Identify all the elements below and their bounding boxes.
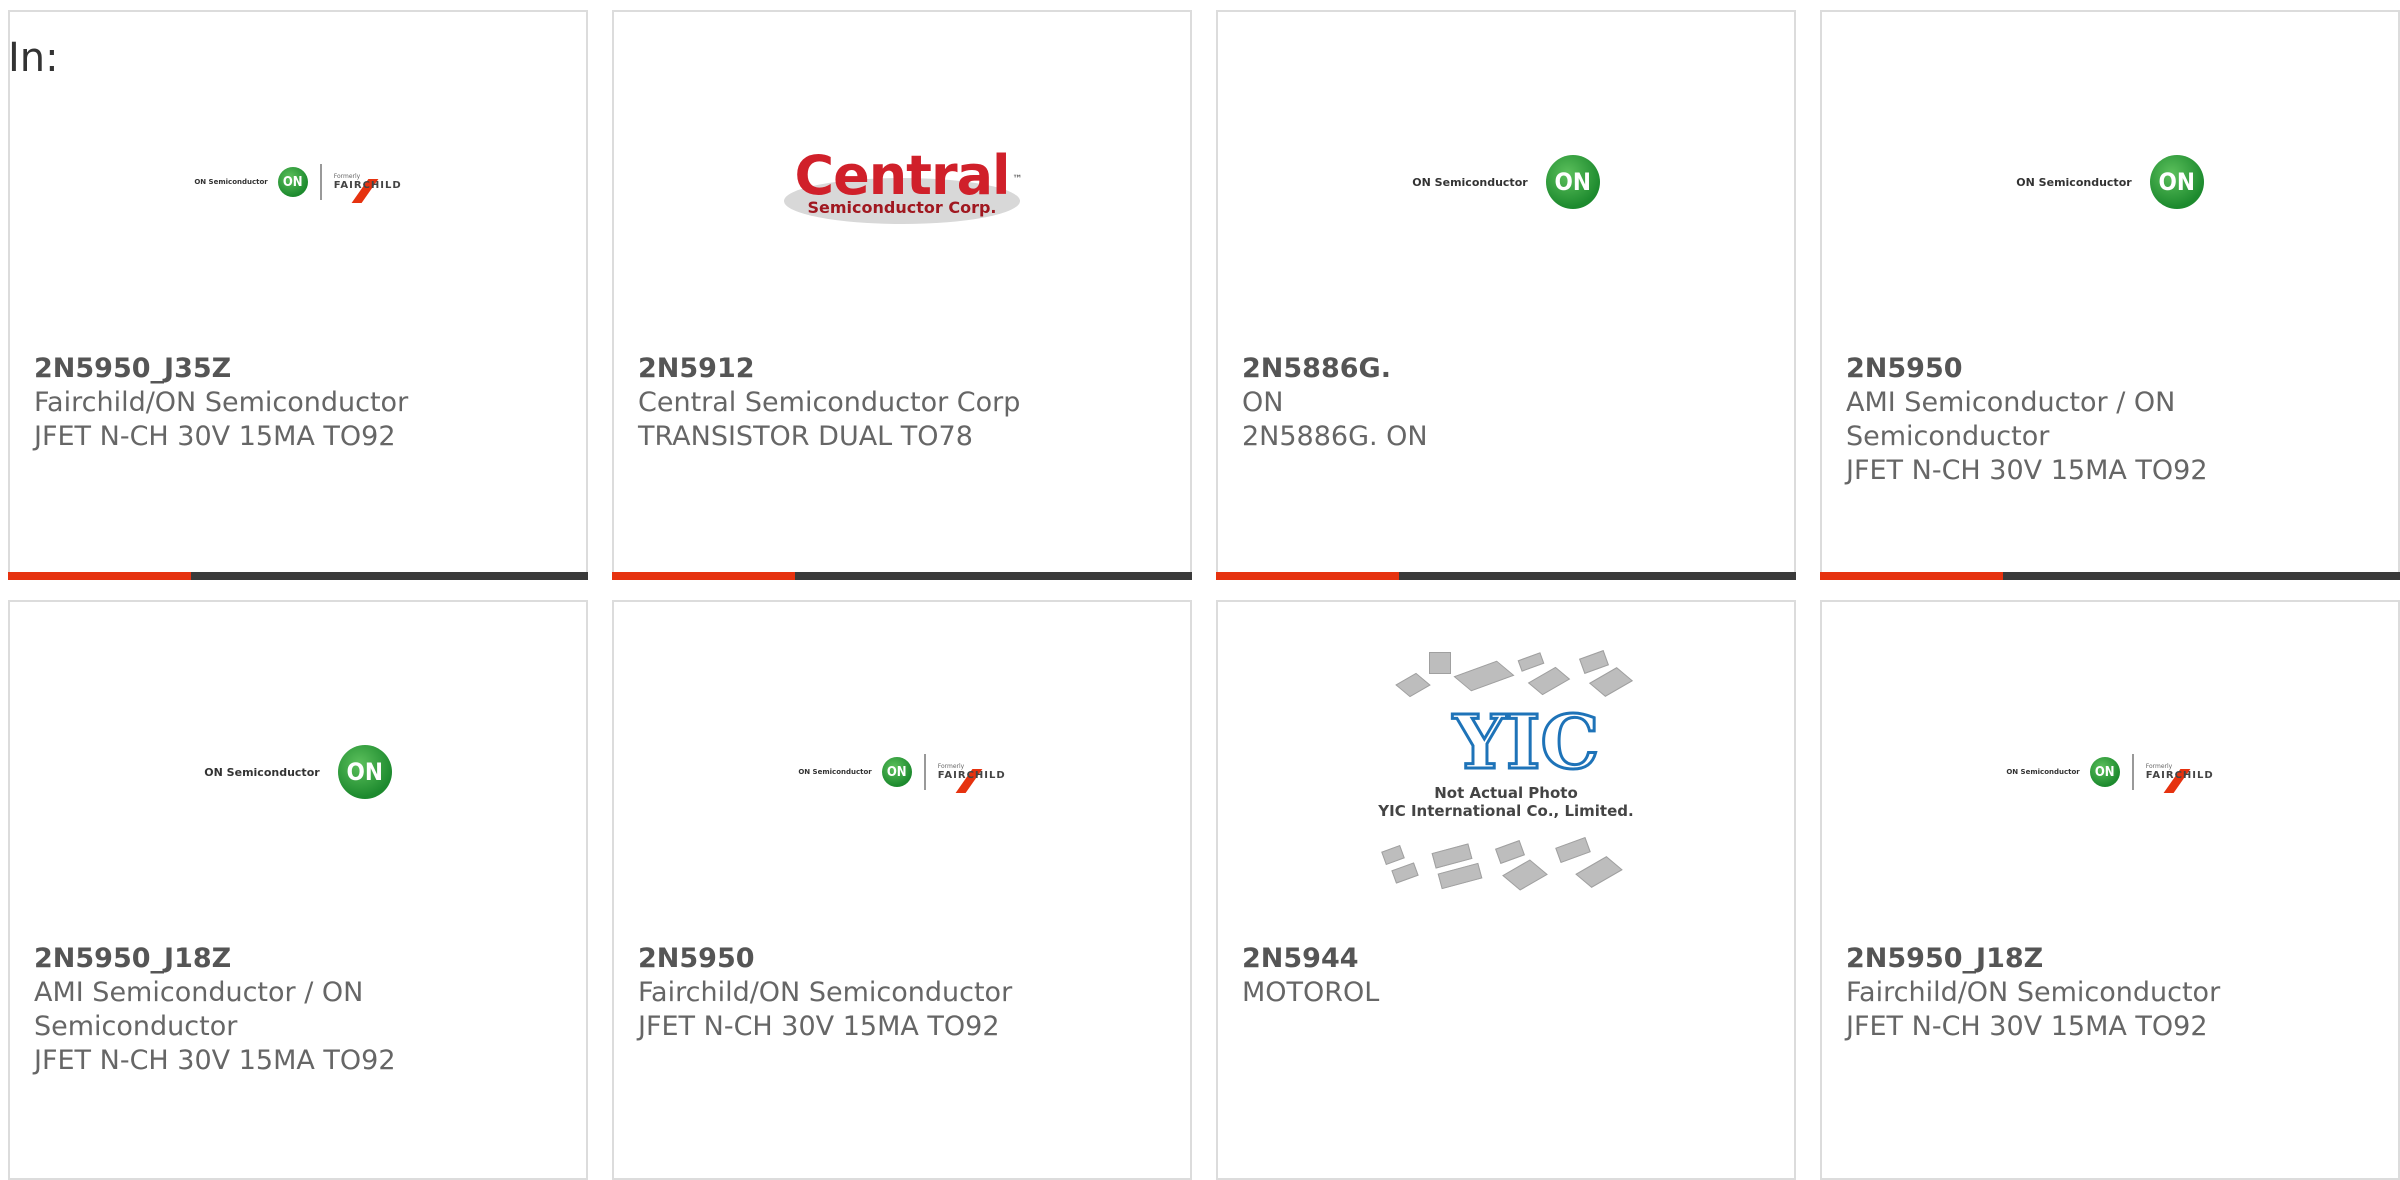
yic-logo-icon: YIC <box>1452 700 1601 786</box>
on-logo-icon: ON <box>277 167 308 197</box>
part-number[interactable]: 2N5950 <box>1846 352 2358 386</box>
manufacturer-logo: ON Semiconductor ON <box>1218 12 1794 352</box>
product-description: JFET N-CH 30V 15MA TO92 <box>638 1011 1000 1042</box>
part-number[interactable]: 2N5950_J35Z <box>34 352 574 386</box>
central-logo: Central ™ Semiconductor Corp. <box>784 147 1023 224</box>
on-semiconductor-logo: ON Semiconductor ON <box>2016 155 2204 209</box>
manufacturer-logo: ON Semiconductor ON Formerly FAIRCHILD <box>614 602 1190 942</box>
manufacturer-logo: ON Semiconductor ON <box>1822 12 2398 352</box>
manufacturer-logo: YIC Not Actual Photo YIC International C… <box>1218 602 1794 942</box>
card-bottom-bar <box>1820 572 2400 580</box>
manufacturer-name: AMI Semiconductor / ON Semiconductor <box>34 977 364 1042</box>
product-description: JFET N-CH 30V 15MA TO92 <box>34 421 396 452</box>
on-fairchild-logo: ON Semiconductor ON Formerly FAIRCHILD <box>194 164 402 203</box>
manufacturer-name: MOTOROL <box>1242 977 1380 1008</box>
in-label: In: <box>8 35 59 81</box>
part-number[interactable]: 2N5886G. <box>1242 352 1782 386</box>
fairchild-logo: Formerly FAIRCHILD <box>2146 763 2214 793</box>
on-logo-icon: ON <box>337 745 392 799</box>
product-card[interactable]: ON Semiconductor ON Formerly FAIRCHILD 2… <box>612 600 1192 1180</box>
part-number[interactable]: 2N5912 <box>638 352 1178 386</box>
product-info: 2N5950_J18Z Fairchild/ON Semiconductor J… <box>1846 942 2386 1044</box>
on-logo-icon: ON <box>2149 155 2204 209</box>
on-fairchild-logo: ON Semiconductor ON Formerly FAIRCHILD <box>798 754 1006 793</box>
part-number[interactable]: 2N5950 <box>638 942 1178 976</box>
fairchild-logo: Formerly FAIRCHILD <box>938 763 1006 793</box>
product-info: 2N5950 Fairchild/ON Semiconductor JFET N… <box>638 942 1178 1044</box>
product-card[interactable]: Central ™ Semiconductor Corp. 2N5912 Cent… <box>612 10 1192 580</box>
part-number[interactable]: 2N5950_J18Z <box>1846 942 2386 976</box>
product-description: JFET N-CH 30V 15MA TO92 <box>34 1045 396 1076</box>
part-number[interactable]: 2N5944 <box>1242 942 1782 976</box>
card-bottom-bar <box>1216 572 1796 580</box>
on-semiconductor-logo: ON Semiconductor ON <box>1412 155 1600 209</box>
part-number[interactable]: 2N5950_J18Z <box>34 942 456 976</box>
product-card[interactable]: ON Semiconductor ON Formerly FAIRCHILD 2… <box>1820 600 2400 1180</box>
product-info: 2N5950_J18Z AMI Semiconductor / ON Semic… <box>34 942 456 1078</box>
manufacturer-name: Central Semiconductor Corp <box>638 387 1021 418</box>
manufacturer-logo: ON Semiconductor ON <box>10 602 586 942</box>
manufacturer-name: AMI Semiconductor / ON Semiconductor <box>1846 387 2176 452</box>
manufacturer-name: Fairchild/ON Semiconductor <box>638 977 1013 1008</box>
card-bottom-bar <box>612 572 1192 580</box>
product-card[interactable]: ON Semiconductor ON 2N5886G. ON 2N5886G.… <box>1216 10 1796 580</box>
on-logo-icon: ON <box>881 757 912 787</box>
card-bottom-bar <box>8 572 588 580</box>
product-description: 2N5886G. ON <box>1242 421 1428 452</box>
product-description: JFET N-CH 30V 15MA TO92 <box>1846 455 2208 486</box>
product-card[interactable]: ON Semiconductor ON Formerly FAIRCHILD 2… <box>8 10 588 580</box>
product-info: 2N5944 MOTOROL <box>1242 942 1782 1010</box>
product-info: 2N5950 AMI Semiconductor / ON Semiconduc… <box>1846 352 2358 488</box>
manufacturer-name: ON <box>1242 387 1284 418</box>
manufacturer-name: Fairchild/ON Semiconductor <box>1846 977 2221 1008</box>
on-semiconductor-logo: ON Semiconductor ON <box>204 745 392 799</box>
product-info: 2N5950_J35Z Fairchild/ON Semiconductor J… <box>34 352 574 454</box>
manufacturer-logo: ON Semiconductor ON Formerly FAIRCHILD <box>10 12 586 352</box>
product-grid: ON Semiconductor ON Formerly FAIRCHILD 2… <box>0 0 2400 1180</box>
manufacturer-logo: ON Semiconductor ON Formerly FAIRCHILD <box>1822 602 2398 942</box>
manufacturer-name: Fairchild/ON Semiconductor <box>34 387 409 418</box>
on-logo-icon: ON <box>1545 155 1600 209</box>
yic-placeholder-image: YIC Not Actual Photo YIC International C… <box>1371 650 1641 892</box>
manufacturer-logo: Central ™ Semiconductor Corp. <box>614 12 1190 352</box>
product-card[interactable]: ON Semiconductor ON 2N5950 AMI Semicondu… <box>1820 10 2400 580</box>
product-description: JFET N-CH 30V 15MA TO92 <box>1846 1011 2208 1042</box>
product-info: 2N5886G. ON 2N5886G. ON <box>1242 352 1782 454</box>
product-info: 2N5912 Central Semiconductor Corp TRANSI… <box>638 352 1178 454</box>
product-card[interactable]: YIC Not Actual Photo YIC International C… <box>1216 600 1796 1180</box>
fairchild-logo: Formerly FAIRCHILD <box>334 173 402 203</box>
on-logo-icon: ON <box>2089 757 2120 787</box>
product-description: TRANSISTOR DUAL TO78 <box>638 421 973 452</box>
on-fairchild-logo: ON Semiconductor ON Formerly FAIRCHILD <box>2006 754 2214 793</box>
product-card[interactable]: ON Semiconductor ON 2N5950_J18Z AMI Semi… <box>8 600 588 1180</box>
